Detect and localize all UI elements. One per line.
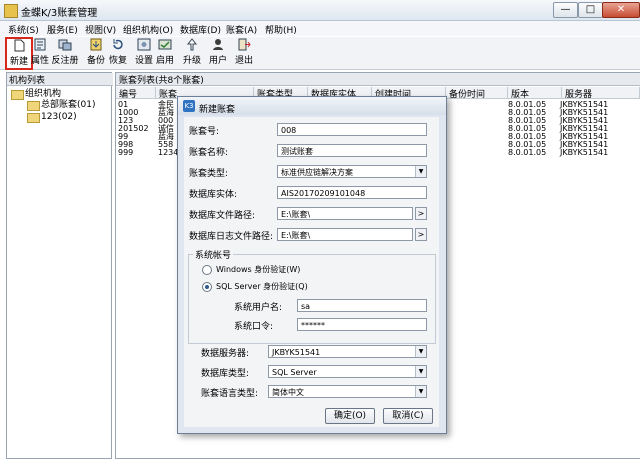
app-icon [4,4,18,18]
folder-icon [27,113,40,123]
account-list-title: 账套列表(共8个账套) [116,73,640,86]
sql-auth-radio[interactable] [202,282,212,292]
menu-service[interactable]: 服务(E) [47,23,78,36]
language-value: 简体中文 [272,388,304,397]
menu-system[interactable]: 系统(S) [8,23,39,36]
db-file-path-input[interactable]: E:\账套\ [277,207,413,220]
db-type-label: 数据库类型: [201,369,250,379]
account-type-select[interactable]: 标准供应链解决方案 ▼ [277,165,427,178]
close-button[interactable]: ✕ [602,2,640,18]
backup-icon [90,38,102,51]
column-header[interactable]: 备份时间 [446,87,508,100]
db-server-value: JKBYK51541 [272,348,321,357]
db-instance-label: 数据库实体: [189,190,238,200]
db-log-path-input[interactable]: E:\账套\ [277,228,413,241]
cell-version[interactable]: 8.0.01.05 [508,149,546,157]
sql-auth-label[interactable]: SQL Server 身份验证(Q) [216,281,308,292]
menu-organization[interactable]: 组织机构(O) [123,23,173,36]
db-server-label: 数据服务器: [201,349,250,359]
settings-icon [137,38,151,51]
ok-button[interactable]: 确定(O) [325,408,375,424]
db-instance-input[interactable]: AIS20170209101048 [277,186,427,199]
db-server-select[interactable]: JKBYK51541 ▼ [268,345,427,358]
upgrade-icon [186,38,198,51]
menu-view[interactable]: 视图(V) [85,23,116,36]
account-name-label: 账套名称: [189,148,229,158]
dialog-body: 账套号: 008 账套名称: 测试账套 账套类型: 标准供应链解决方案 ▼ 数据… [184,117,439,427]
cell-name[interactable]: 1234 [158,149,178,157]
windows-auth-label[interactable]: Windows 身份验证(W) [216,264,300,275]
upgrade-button[interactable]: 升级 [182,38,202,68]
folder-icon [11,90,24,100]
chevron-down-icon[interactable]: ▼ [415,346,426,357]
backup-button[interactable]: 备份 [86,38,106,68]
account-name-input[interactable]: 测试账套 [277,144,427,157]
db-type-select[interactable]: SQL Server ▼ [268,365,427,378]
enable-button[interactable]: 启用 [155,38,175,68]
db-log-path-browse-button[interactable]: > [415,228,427,241]
system-password-label: 系统口令: [234,322,274,332]
windows-auth-radio[interactable] [202,265,212,275]
new-button[interactable]: 新建 [5,37,33,70]
properties-icon [34,38,46,51]
language-select[interactable]: 简体中文 ▼ [268,385,427,398]
enable-icon [158,39,172,50]
system-username-input[interactable]: sa [297,299,427,312]
dialog-title-bar: K3 新建账套 [178,97,446,115]
cell-server[interactable]: JKBYK51541 [560,149,608,157]
language-label: 账套语言类型: [201,389,259,399]
title-bar: 金蝶K/3账套管理 — □ ✕ [0,0,640,21]
account-no-input[interactable]: 008 [277,123,427,136]
minimize-button[interactable]: — [553,2,578,18]
exit-button[interactable]: 退出 [234,38,254,68]
tree-item-123[interactable]: 123(02) [41,113,77,122]
system-username-label: 系统用户名: [234,303,283,313]
organization-panel: 机构列表 组织机构 总部账套(01) 123(02) [6,72,113,459]
menu-account[interactable]: 账套(A) [226,23,257,36]
new-icon [14,39,25,52]
exit-icon [238,38,251,51]
column-header[interactable]: 编号 [116,87,156,100]
db-type-value: SQL Server [272,368,317,377]
k3-logo-icon: K3 [183,100,195,112]
column-header[interactable]: 版本 [508,87,562,100]
user-button[interactable]: 用户 [208,38,228,68]
folder-icon [27,101,40,111]
column-header[interactable]: 服务器 [562,87,640,100]
cancel-button[interactable]: 取消(C) [383,408,433,424]
user-icon [213,39,223,50]
chevron-down-icon[interactable]: ▼ [415,166,426,177]
system-account-label: 系统帐号 [193,248,234,261]
restore-button[interactable]: 恢复 [107,38,129,68]
unregister-button[interactable]: 反注册 [51,38,79,68]
new-account-dialog: K3 新建账套 账套号: 008 账套名称: 测试账套 账套类型: 标准供应链解… [177,96,447,434]
chevron-down-icon[interactable]: ▼ [415,366,426,377]
system-password-input[interactable]: ****** [297,318,427,331]
db-log-path-label: 数据库日志文件路径: [189,232,274,242]
tree-item-hq[interactable]: 总部账套(01) [41,101,95,110]
chevron-down-icon[interactable]: ▼ [415,386,426,397]
restore-icon [113,39,123,50]
menu-database[interactable]: 数据库(D) [180,23,221,36]
menu-bar: 系统(S) 服务(E) 视图(V) 组织机构(O) 数据库(D) 账套(A) 帮… [0,21,640,36]
properties-button[interactable]: 属性 [30,38,50,68]
toolbar: 新建 属性 反注册 备份 恢复 设置 启用 升级 用户 退出 [0,37,640,70]
db-file-path-browse-button[interactable]: > [415,207,427,220]
db-file-path-label: 数据库文件路径: [189,211,256,221]
account-no-label: 账套号: [189,127,220,137]
tree-root[interactable]: 组织机构 [25,90,61,99]
unregister-icon [58,39,72,51]
account-type-value: 标准供应链解决方案 [281,168,353,177]
dialog-title: 新建账套 [199,105,236,115]
maximize-button[interactable]: □ [578,2,603,18]
organization-panel-title: 机构列表 [7,73,113,86]
cell-id[interactable]: 999 [118,149,133,157]
account-type-label: 账套类型: [189,169,229,179]
menu-help[interactable]: 帮助(H) [265,23,297,36]
settings-button[interactable]: 设置 [134,38,154,68]
window-title: 金蝶K/3账套管理 [21,8,98,19]
